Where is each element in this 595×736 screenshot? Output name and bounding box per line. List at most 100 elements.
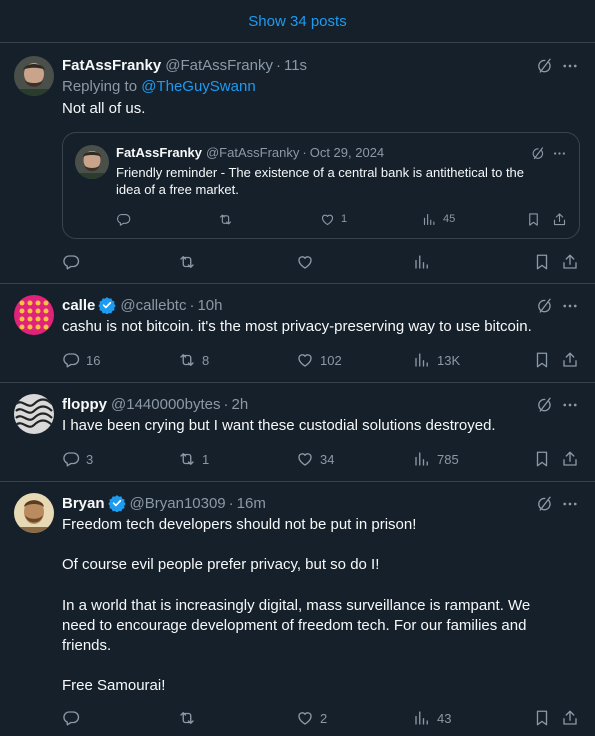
bookmark-icon [533,709,551,727]
bookmark-button[interactable] [533,252,551,272]
views-icon [413,351,431,369]
views-icon [413,709,431,727]
more-options-icon[interactable] [561,57,579,75]
avatar[interactable] [14,295,54,335]
avatar[interactable] [14,56,54,96]
reply-button[interactable] [62,708,80,728]
separator: · [302,145,307,160]
reply-button[interactable] [116,210,131,228]
post-actions: 2 43 [62,708,581,728]
post-text: Not all of us. [62,100,146,117]
share-button[interactable] [561,449,579,469]
grok-icon[interactable] [535,297,553,315]
handle[interactable]: @FatAssFranky [206,145,299,160]
repost-button[interactable] [178,252,196,272]
views-button[interactable]: 45 [422,210,455,228]
show-more-posts-link[interactable]: Show 34 posts [0,0,595,43]
timestamp[interactable]: 16m [237,495,266,512]
post-bryan[interactable]: Bryan @Bryan10309 · 16m Freedom tech dev… [0,482,595,736]
timestamp[interactable]: 10h [197,297,222,314]
share-button[interactable] [561,708,579,728]
timestamp[interactable]: Oct 29, 2024 [310,145,384,160]
reply-icon [62,709,80,727]
grok-icon[interactable] [535,57,553,75]
handle[interactable]: @callebtc [120,297,186,314]
separator: · [228,494,234,512]
grok-icon[interactable] [535,396,553,414]
post-header: Bryan @Bryan10309 · 16m [62,493,266,513]
like-button[interactable]: 1 [320,210,347,228]
timestamp[interactable]: 2h [231,396,248,413]
like-button[interactable]: 2 [296,708,327,728]
bookmark-button[interactable] [533,350,551,370]
handle[interactable]: @FatAssFranky [165,57,273,74]
grok-icon[interactable] [535,495,553,513]
grok-icon[interactable] [530,146,545,161]
share-button[interactable] [552,210,567,228]
replying-to: Replying to @TheGuySwann [62,78,256,95]
repost-button[interactable]: 8 [178,350,209,370]
verified-badge-icon[interactable] [108,494,126,512]
quoted-post-text: Friendly reminder - The existence of a c… [116,165,525,197]
like-button[interactable] [296,252,314,272]
reply-button[interactable]: 16 [62,350,100,370]
display-name[interactable]: FatAssFranky [62,57,161,74]
more-options-icon[interactable] [561,297,579,315]
like-button[interactable]: 102 [296,350,342,370]
display-name[interactable]: calle [62,297,95,314]
avatar[interactable] [14,493,54,533]
replying-to-handle[interactable]: @TheGuySwann [141,78,255,95]
post-text-paragraph: Free Samourai! [62,677,166,694]
like-icon [296,253,314,271]
bookmark-button[interactable] [533,449,551,469]
views-icon [422,212,437,227]
repost-button[interactable] [218,210,233,228]
repost-button[interactable] [178,708,196,728]
bookmark-icon [533,450,551,468]
reply-button[interactable] [62,252,80,272]
views-button[interactable]: 43 [413,708,451,728]
handle[interactable]: @1440000bytes [111,396,220,413]
share-icon [561,450,579,468]
avatar[interactable] [75,145,109,179]
post-floppy[interactable]: floppy @1440000bytes · 2h I have been cr… [0,383,595,482]
post-text-paragraph: Freedom tech developers should not be pu… [62,516,417,533]
display-name[interactable]: FatAssFranky [116,145,202,160]
views-button[interactable] [413,252,431,272]
post-fatassfranky[interactable]: FatAssFranky @FatAssFranky · 11s Replyin… [0,44,595,284]
share-icon [561,351,579,369]
more-options-icon[interactable] [561,495,579,513]
handle[interactable]: @Bryan10309 [130,495,226,512]
replying-prefix: Replying to [62,78,142,95]
separator: · [223,395,229,413]
share-button[interactable] [561,350,579,370]
bookmark-button[interactable] [533,708,551,728]
display-name[interactable]: floppy [62,396,107,413]
views-button[interactable]: 13K [413,350,460,370]
post-calle[interactable]: calle @callebtc · 10h cashu is not bitco… [0,284,595,383]
like-count: 102 [320,352,342,368]
reply-icon [62,253,80,271]
repost-count: 8 [202,352,210,368]
timestamp[interactable]: 11s [284,57,307,74]
views-button[interactable]: 785 [413,449,459,469]
repost-icon [178,450,196,468]
like-button[interactable]: 34 [296,449,334,469]
verified-badge-icon[interactable] [98,296,116,314]
post-text: I have been crying but I want these cust… [62,417,496,434]
more-options-icon[interactable] [561,396,579,414]
display-name[interactable]: Bryan [62,495,105,512]
like-icon [296,351,314,369]
more-options-icon[interactable] [552,146,567,161]
quoted-post[interactable]: FatAssFranky @FatAssFranky · Oct 29, 202… [62,132,580,239]
post-text: cashu is not bitcoin. it's the most priv… [62,318,532,335]
reply-button[interactable]: 3 [62,449,93,469]
share-button[interactable] [561,252,579,272]
view-count: 785 [437,451,459,467]
avatar[interactable] [14,394,54,434]
post-header: FatAssFranky @FatAssFranky · 11s [62,55,307,75]
repost-button[interactable]: 1 [178,449,209,469]
bookmark-icon [526,212,541,227]
repost-icon [218,212,233,227]
bookmark-button[interactable] [526,210,541,228]
